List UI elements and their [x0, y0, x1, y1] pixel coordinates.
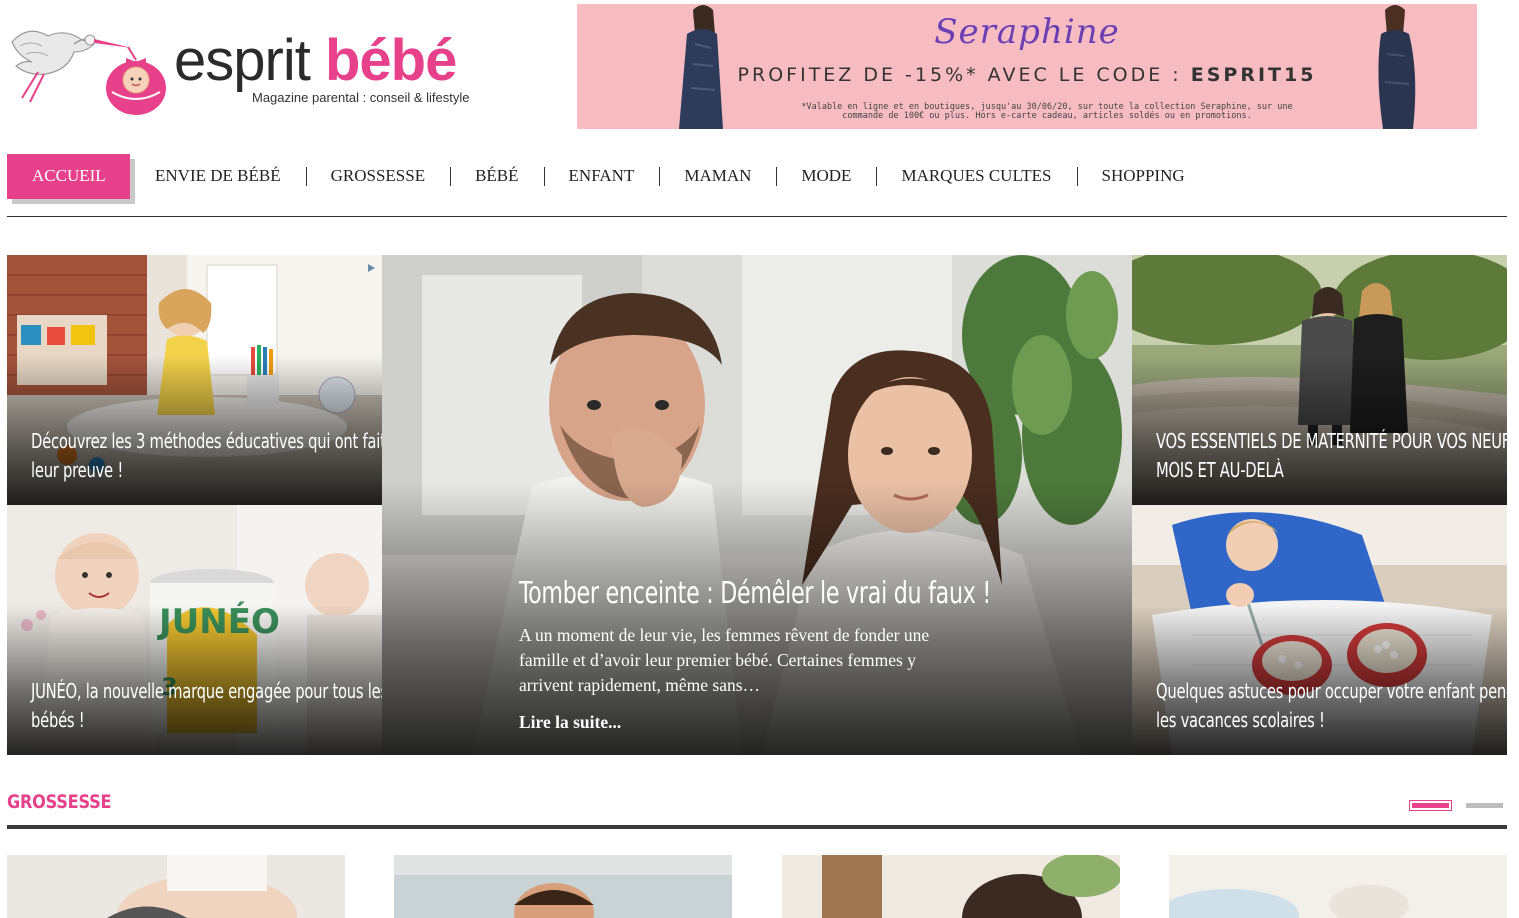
stork-logo-icon — [11, 30, 166, 115]
main-article-excerpt: A un moment de leur vie, les femmes rêve… — [519, 625, 930, 695]
site-logo[interactable]: esprit bébé Magazine parental : conseil … — [8, 22, 508, 117]
adchoices-icon[interactable] — [366, 263, 376, 273]
nav-item-enfant[interactable]: ENFANT — [543, 154, 660, 199]
section-title-grossesse[interactable]: GROSSESSE — [7, 791, 112, 813]
main-article-title: Tomber enceinte : Démêler le vrai du fau… — [519, 576, 992, 611]
nav-divider — [7, 216, 1507, 217]
ad-promo-code: ESPRIT15 — [1190, 64, 1317, 86]
ad-headline-text: PROFITEZ DE -15%* AVEC LE CODE : — [737, 64, 1182, 86]
featured-article-educational-methods[interactable]: Découvrez les 3 méthodes éducatives qui … — [7, 255, 382, 505]
nav-item-maman[interactable]: MAMAN — [659, 154, 776, 199]
nav-item-mode[interactable]: MODE — [776, 154, 876, 199]
logo-word-esprit: esprit — [174, 28, 311, 93]
article-thumbnail — [1169, 855, 1507, 918]
grossesse-article-card[interactable] — [394, 855, 732, 918]
nav-item-envie-de-bebe[interactable]: ENVIE DE BÉBÉ — [130, 154, 306, 199]
nav-item-accueil[interactable]: ACCUEIL — [7, 154, 130, 199]
article-title: JUNÉO, la nouvelle marque engagée pour t… — [31, 679, 382, 732]
nav-item-bebe[interactable]: BÉBÉ — [450, 154, 543, 199]
nav-item-marques-cultes[interactable]: MARQUES CULTES — [876, 154, 1076, 199]
slider-page-1[interactable] — [1409, 800, 1452, 811]
nav-item-shopping[interactable]: SHOPPING — [1076, 154, 1210, 199]
logo-word-bebe: bébé — [324, 28, 457, 93]
ad-brand-name: Seraphine — [934, 12, 1120, 52]
article-thumbnail — [782, 855, 1120, 918]
ad-fine-print-line: commande de 100€ ou plus. Hors e-carte c… — [842, 111, 1252, 121]
slider-page-2[interactable] — [1466, 803, 1503, 808]
featured-article-vacation-activities[interactable]: Quelques astuces pour occuper votre enfa… — [1132, 505, 1507, 755]
logo-tagline: Magazine parental : conseil & lifestyle — [252, 90, 470, 105]
grossesse-article-card[interactable] — [782, 855, 1120, 918]
article-title: Quelques astuces pour occuper votre enfa… — [1156, 679, 1507, 732]
article-title: VOS ESSENTIELS DE MATERNITÉ POUR VOS NEU… — [1156, 429, 1507, 482]
advertisement-banner[interactable]: Seraphine PROFITEZ DE -15%* AVEC LE CODE… — [577, 4, 1477, 129]
nav-item-grossesse[interactable]: GROSSESSE — [305, 154, 450, 199]
logo-wordmark: esprit bébé — [174, 28, 457, 93]
article-title: Découvrez les 3 méthodes éducatives qui … — [31, 429, 382, 482]
ad-fine-print: *Valable en ligne et en boutiques, jusqu… — [747, 103, 1347, 121]
article-thumbnail — [394, 855, 732, 918]
image-overlay — [382, 480, 1132, 755]
ad-model-image — [1378, 5, 1416, 129]
section-divider — [7, 825, 1507, 829]
featured-article-juneo[interactable]: JUNÉO 3 JUNÉO, la nouvelle marque engagé… — [7, 505, 382, 755]
ad-headline: PROFITEZ DE -15%* AVEC LE CODE : ESPRIT1… — [577, 64, 1477, 86]
main-navigation: ACCUEIL ENVIE DE BÉBÉ GROSSESSE BÉBÉ ENF… — [7, 154, 1210, 199]
read-more-link[interactable]: Lire la suite... — [519, 712, 621, 733]
featured-article-maternity-essentials[interactable]: VOS ESSENTIELS DE MATERNITÉ POUR VOS NEU… — [1132, 255, 1507, 505]
article-thumbnail — [7, 855, 345, 918]
main-featured-article[interactable]: Tomber enceinte : Démêler le vrai du fau… — [382, 255, 1132, 755]
grossesse-article-card[interactable] — [7, 855, 345, 918]
grossesse-article-card[interactable] — [1169, 855, 1507, 918]
